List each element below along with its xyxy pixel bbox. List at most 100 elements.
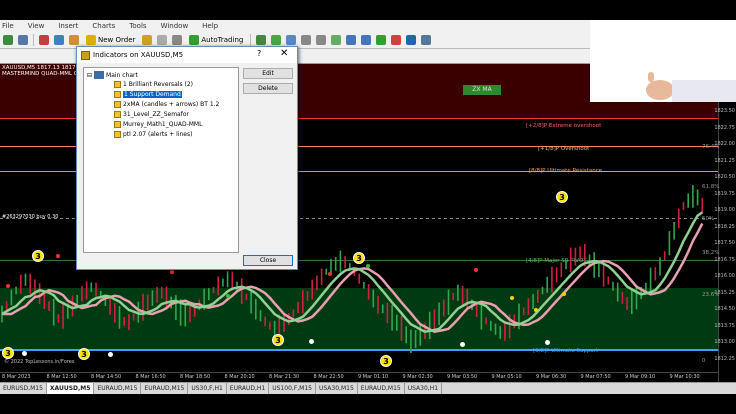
new-order-label: New Order — [98, 36, 136, 44]
market-watch-icon[interactable] — [39, 35, 49, 45]
chart-tab[interactable]: XAUUSD,M5 — [46, 383, 95, 394]
zoom-out-icon[interactable] — [316, 35, 327, 45]
indicators-icon[interactable] — [376, 35, 387, 45]
time-axis: 8 Mar 2023 8 Mar 12:50 8 Mar 14:50 8 Mar 16… — [0, 372, 718, 382]
indicator-item[interactable]: Murrey_Math1_QUAD-MML — [114, 121, 202, 128]
new-order-button[interactable]: New Order — [84, 34, 137, 47]
chart-tab[interactable]: EURAUD,M15 — [141, 383, 189, 394]
time-tick: 8 Mar 22:50 — [313, 374, 344, 380]
time-tick: 9 Mar 09:10 — [625, 374, 656, 380]
signal-dot — [328, 272, 332, 276]
close-button[interactable]: Close — [243, 255, 293, 266]
chart-tab[interactable]: EURUSD,M15 — [0, 383, 47, 394]
close-icon[interactable]: ✕ — [280, 48, 288, 59]
price-tick: 1821.25 — [714, 157, 735, 164]
price-tick: 1818.25 — [714, 223, 735, 230]
signal-badge: 3 — [353, 252, 365, 264]
time-tick: 9 Mar 10:30 — [669, 374, 700, 380]
menu-item[interactable]: Window — [161, 22, 189, 30]
new-chart-icon[interactable] — [3, 35, 13, 45]
settings-icon[interactable] — [172, 35, 183, 45]
indicator-label: 1 Brilliant Reversals (2) — [123, 81, 194, 88]
signal-dot — [366, 264, 370, 268]
signal-dot — [170, 270, 174, 274]
signal-badge: 3 — [78, 348, 90, 360]
time-tick: 8 Mar 12:50 — [46, 374, 77, 380]
price-tick: 1816.00 — [714, 273, 735, 279]
profiles-icon[interactable] — [18, 35, 28, 45]
time-tick: 9 Mar 06:30 — [536, 374, 567, 380]
chart-shift-icon[interactable] — [361, 35, 372, 45]
tree-root-label: Main chart — [106, 71, 138, 79]
indicator-item[interactable]: ptl 2.07 (alerts + lines) — [114, 131, 192, 138]
indicator-tree[interactable]: ⊟ Main chart 1 Brilliant Reversals (2) 1 … — [83, 67, 239, 253]
data-window-icon[interactable] — [54, 35, 64, 45]
indicator-icon — [114, 131, 121, 138]
tile-icon[interactable] — [331, 35, 342, 45]
presenter-photo — [590, 20, 736, 102]
dialog-title: Indicators on XAUUSD,M5 — [93, 51, 184, 59]
time-tick: 8 Mar 2023 — [2, 374, 31, 380]
dialog-body: ⊟ Main chart 1 Brilliant Reversals (2) 1 … — [77, 63, 297, 269]
price-tick: 1813.75 — [714, 322, 735, 329]
copyright-text: © 2022 TopLessons.in/Forex — [4, 359, 75, 365]
fractal-dot — [108, 352, 113, 357]
periods-icon[interactable] — [391, 35, 402, 45]
autoscroll-icon[interactable] — [346, 35, 357, 45]
indicator-item[interactable]: 1 Brilliant Reversals (2) — [114, 81, 193, 88]
signal-dot — [534, 308, 538, 312]
menu-item[interactable]: Help — [202, 22, 218, 30]
indicator-item[interactable]: 31_Level_ZZ_Semafor — [114, 111, 189, 118]
time-tick: 8 Mar 16:50 — [135, 374, 166, 380]
delete-button[interactable]: Delete — [243, 83, 293, 94]
signal-badge: 3 — [272, 334, 284, 346]
chart-tab[interactable]: US30,F,H1 — [188, 383, 227, 394]
indicator-icon — [114, 121, 121, 128]
menu-item[interactable]: Tools — [129, 22, 146, 30]
chart-tab[interactable]: USA30,H1 — [405, 383, 443, 394]
chart-tab[interactable]: USA30,M15 — [316, 383, 358, 394]
tree-root[interactable]: ⊟ Main chart — [87, 71, 138, 79]
chart-tab[interactable]: EURAUD,M15 — [358, 383, 405, 394]
chart-tabs: EURUSD,M15 XAUUSD,M5 EURAUD,M15 EURAUD,M15 U… — [0, 382, 736, 394]
help-button[interactable]: ? — [257, 49, 261, 58]
chart-symbol-title: XAUUSD,M5 1817.13 1817.27 MASTERMIND QUA… — [2, 65, 84, 77]
navigator-icon[interactable] — [69, 35, 79, 45]
candle-chart-icon[interactable] — [271, 35, 282, 45]
edit-button[interactable]: Edit — [243, 68, 293, 79]
indicator-name: MASTERMIND QUAD-MML C — [2, 71, 78, 77]
templates-icon[interactable] — [421, 35, 432, 45]
fib-label: 23.6% — [702, 292, 720, 298]
fib-label: 61.8% — [702, 184, 720, 190]
price-tick: 1817.50 — [714, 240, 735, 246]
time-tick: 8 Mar 14:50 — [91, 374, 122, 380]
collapse-icon[interactable]: ⊟ — [87, 72, 92, 79]
menu-item[interactable]: File — [2, 22, 14, 30]
indicator-label: 1 Support Demand — [123, 91, 182, 98]
time-tick: 9 Mar 03:50 — [447, 374, 478, 380]
clock-icon[interactable] — [406, 35, 417, 45]
fractal-dot — [545, 340, 550, 345]
indicator-item[interactable]: 2xMA (candles + arrows) BT 1.2 — [114, 101, 219, 108]
metaeditor-icon[interactable] — [142, 35, 153, 45]
chart-tab[interactable]: EURAUD,H1 — [227, 383, 270, 394]
indicator-icon — [114, 81, 121, 88]
bar-chart-icon[interactable] — [256, 35, 267, 45]
autotrading-button[interactable]: AutoTrading — [187, 34, 245, 47]
menu-item[interactable]: View — [28, 22, 45, 30]
indicator-label: ptl 2.07 (alerts + lines) — [123, 131, 193, 138]
signal-dot — [562, 292, 566, 296]
dialog-titlebar[interactable]: Indicators on XAUUSD,M5 — [77, 47, 297, 63]
chart-tab[interactable]: EURAUD,M15 — [94, 383, 142, 394]
menu-item[interactable]: Charts — [92, 22, 115, 30]
time-tick: 9 Mar 01:10 — [358, 374, 389, 380]
zoom-in-icon[interactable] — [301, 35, 312, 45]
fractal-dot — [22, 351, 27, 356]
indicator-item[interactable]: 1 Support Demand — [114, 91, 182, 98]
indicators-dialog: Indicators on XAUUSD,M5 ? ✕ ⊟ Main chart… — [76, 46, 298, 270]
line-chart-icon[interactable] — [286, 35, 297, 45]
menu-item[interactable]: Insert — [58, 22, 78, 30]
new-order-icon — [86, 35, 96, 45]
expert-icon[interactable] — [157, 35, 168, 45]
chart-tab[interactable]: US100,F,M15 — [269, 383, 316, 394]
